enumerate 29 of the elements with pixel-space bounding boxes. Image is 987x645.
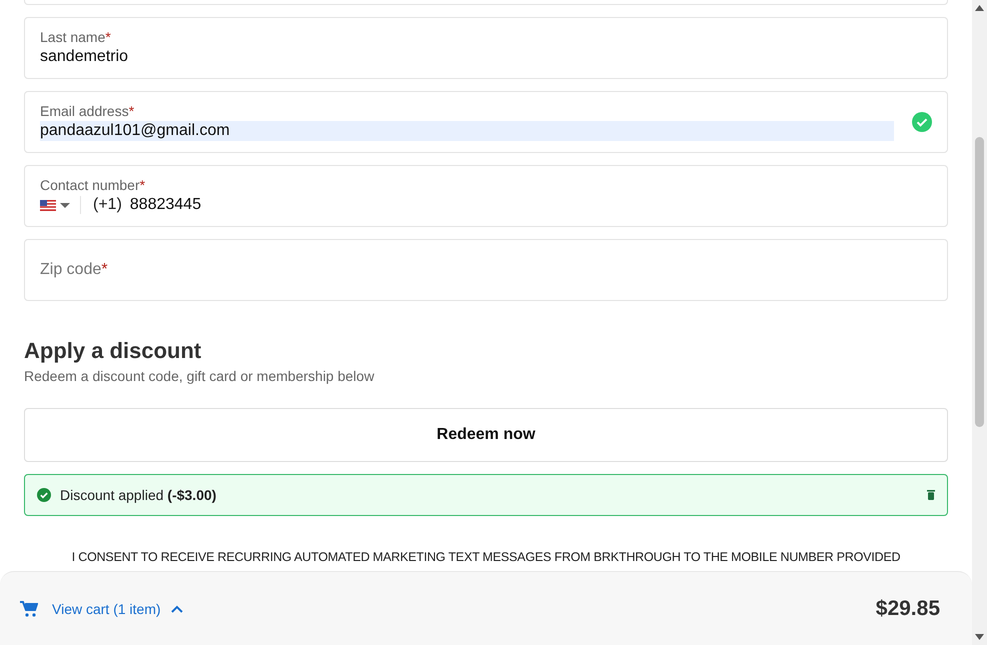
text-field[interactable]: Zip code* (24, 239, 948, 301)
caret-icon (60, 202, 70, 208)
scrollbar[interactable] (972, 0, 987, 645)
flag-icon (40, 200, 56, 210)
text-field[interactable]: Email address* pandaazul101@gmail.com (24, 91, 948, 153)
field-placeholder: Zip code* (40, 261, 108, 279)
field-value: pandaazul101@gmail.com (40, 121, 894, 141)
cart-total: $29.85 (876, 596, 940, 620)
chevron-icon (170, 604, 183, 612)
country-select[interactable] (40, 196, 81, 214)
field-label: Last name* (40, 29, 112, 45)
trash-icon[interactable] (927, 490, 935, 500)
dial-code: (+1) (93, 196, 122, 214)
consent-text: I CONSENT TO RECEIVE RECURRING AUTOMATED MARKETING TEXT MESSAGES FROM BRKTHROUGH TO THE MOBILE NUMBER PROVIDED (70, 550, 902, 564)
cart-icon (20, 600, 38, 616)
section-subtitle: Redeem a discount code, gift card or membership below (24, 368, 376, 384)
section-title: Apply a discount (24, 338, 202, 364)
phone-value: 88823445 (130, 195, 202, 215)
scroll-down-icon[interactable] (975, 634, 984, 640)
view-cart-link[interactable]: View cart (1 item) (20, 600, 183, 616)
field-label: Email address* (40, 103, 136, 119)
text-field[interactable]: Last name* sandemetrio (24, 17, 948, 79)
redeem-button[interactable]: Redeem now (24, 408, 948, 462)
scroll-up-icon[interactable] (975, 5, 984, 11)
field-value: sandemetrio (40, 47, 130, 67)
check-circle-icon (37, 488, 51, 502)
field-label: Contact number* (40, 177, 146, 193)
discount-message: Discount applied (-$3.00) (60, 487, 218, 503)
phone-field[interactable]: Contact number* (+1) 88823445 (24, 165, 948, 227)
